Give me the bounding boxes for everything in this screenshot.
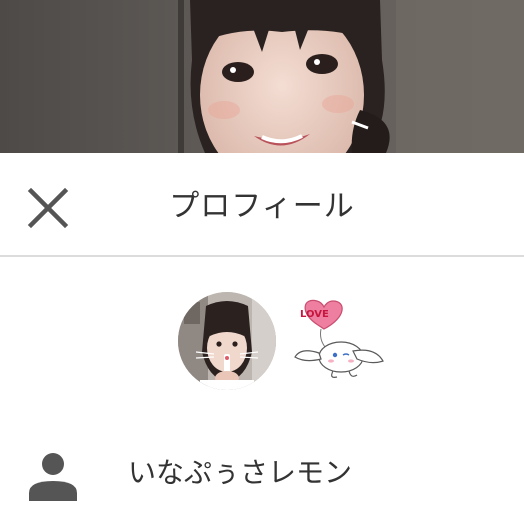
sticker-image: LOVE (291, 295, 387, 379)
profile-body: LOVE いなぷぅさレモン (0, 257, 524, 506)
avatar-image (178, 292, 276, 390)
video-frame-image (0, 0, 524, 153)
person-icon (27, 449, 79, 501)
avatar[interactable] (178, 292, 276, 390)
display-name: いなぷぅさレモン (128, 456, 353, 489)
background-video (0, 0, 524, 153)
profile-header: プロフィール (0, 153, 524, 257)
page-title: プロフィール (169, 189, 355, 224)
display-name-row: いなぷぅさレモン (0, 445, 524, 501)
profile-screen: プロフィール LOVE いなぷぅさレモン (0, 0, 524, 506)
sticker-love-text: LOVE (300, 309, 329, 320)
love-heart-sticker: LOVE (294, 299, 384, 378)
